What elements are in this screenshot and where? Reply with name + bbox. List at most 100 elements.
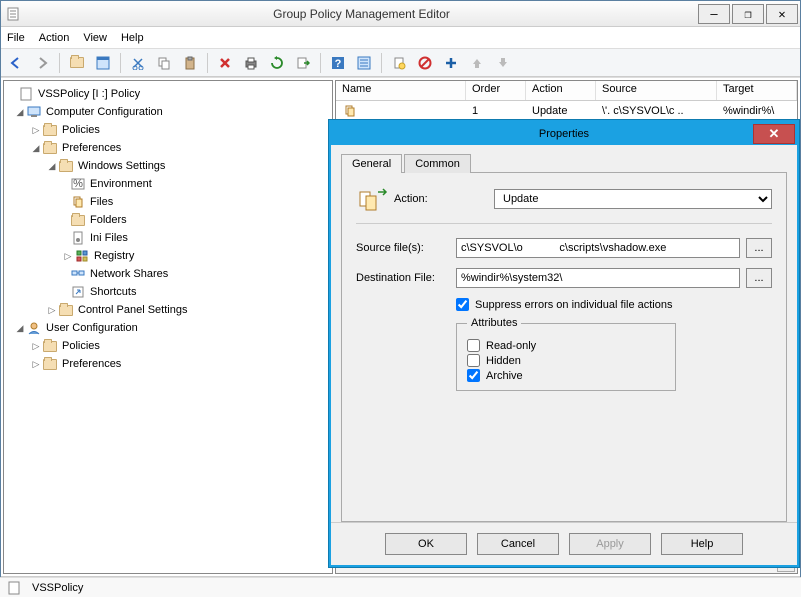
- col-name[interactable]: Name: [336, 81, 466, 100]
- archive-checkbox[interactable]: [467, 369, 480, 382]
- attributes-legend: Attributes: [467, 317, 521, 329]
- menubar: File Action View Help: [1, 27, 800, 49]
- dialog-close-button[interactable]: ✕: [753, 124, 795, 144]
- stop-button[interactable]: [414, 52, 436, 74]
- tree-windows-settings[interactable]: Windows Settings: [78, 160, 165, 172]
- minimize-button[interactable]: —: [698, 4, 730, 24]
- tree-computer-config[interactable]: Computer Configuration: [46, 106, 163, 118]
- policy-icon: [18, 86, 34, 102]
- expander-icon[interactable]: ◢: [30, 143, 42, 154]
- properties-dialog: Properties ✕ General Common Action: Upda…: [329, 120, 799, 567]
- list-row[interactable]: 1 Update \'. c\SYSVOL\c .. %windir%\: [336, 101, 797, 121]
- col-source[interactable]: Source: [596, 81, 717, 100]
- tree-uc-preferences[interactable]: Preferences: [62, 358, 121, 370]
- tree-pane[interactable]: VSSPolicy [I :] Policy ◢ Computer Configu…: [3, 80, 333, 574]
- folder-icon: [59, 305, 73, 316]
- move-up-button[interactable]: [466, 52, 488, 74]
- taskbar-strip: VSSPolicy: [0, 577, 801, 597]
- tree-ini[interactable]: Ini Files: [90, 232, 128, 244]
- action-select[interactable]: Update: [494, 189, 772, 209]
- add-button[interactable]: [440, 52, 462, 74]
- close-button[interactable]: ✕: [766, 4, 798, 24]
- menu-action[interactable]: Action: [39, 32, 70, 44]
- dialog-titlebar[interactable]: Properties ✕: [331, 122, 797, 145]
- tree-uc-policies[interactable]: Policies: [62, 340, 100, 352]
- up-button[interactable]: [66, 52, 88, 74]
- back-button[interactable]: [5, 52, 27, 74]
- delete-button[interactable]: [214, 52, 236, 74]
- shortcut-icon: [70, 284, 86, 300]
- tree-cc-preferences[interactable]: Preferences: [62, 142, 121, 154]
- tree-netshares[interactable]: Network Shares: [90, 268, 168, 280]
- forward-button[interactable]: [31, 52, 53, 74]
- move-down-button[interactable]: [492, 52, 514, 74]
- print-button[interactable]: [240, 52, 262, 74]
- show-hide-tree-button[interactable]: [92, 52, 114, 74]
- maximize-button[interactable]: ❐: [732, 4, 764, 24]
- tree-folders[interactable]: Folders: [90, 214, 127, 226]
- expander-icon[interactable]: ◢: [14, 323, 26, 334]
- hidden-checkbox[interactable]: [467, 354, 480, 367]
- expander-icon[interactable]: ▷: [30, 341, 42, 352]
- cut-button[interactable]: [127, 52, 149, 74]
- destination-input[interactable]: [456, 268, 740, 288]
- apply-button[interactable]: Apply: [569, 533, 651, 555]
- browse-dest-button[interactable]: ...: [746, 268, 772, 288]
- expander-icon[interactable]: ◢: [46, 161, 58, 172]
- refresh-button[interactable]: [266, 52, 288, 74]
- toolbar: ?: [1, 49, 800, 77]
- tab-general[interactable]: General: [341, 154, 402, 173]
- tree-environment[interactable]: Environment: [90, 178, 152, 190]
- copy-button[interactable]: [153, 52, 175, 74]
- help-button[interactable]: Help: [661, 533, 743, 555]
- dialog-title: Properties: [539, 128, 589, 140]
- bottom-label[interactable]: VSSPolicy: [32, 582, 83, 594]
- tree-root[interactable]: VSSPolicy [I :] Policy: [38, 88, 140, 100]
- app-icon: [1, 7, 25, 21]
- tree-cc-policies[interactable]: Policies: [62, 124, 100, 136]
- folder-icon: [71, 215, 85, 226]
- col-order[interactable]: Order: [466, 81, 526, 100]
- folder-icon: [43, 359, 57, 370]
- svg-text:%: %: [73, 178, 83, 190]
- label-destination: Destination File:: [356, 272, 456, 284]
- folder-icon: [59, 161, 73, 172]
- expander-icon[interactable]: ▷: [30, 359, 42, 370]
- cancel-button[interactable]: Cancel: [477, 533, 559, 555]
- policy-icon: [6, 580, 22, 596]
- export-button[interactable]: [292, 52, 314, 74]
- help-button[interactable]: ?: [327, 52, 349, 74]
- menu-help[interactable]: Help: [121, 32, 144, 44]
- tab-panel-general: Action: Update Source file(s): ... Desti…: [341, 172, 787, 522]
- ini-icon: [70, 230, 86, 246]
- user-icon: [26, 320, 42, 336]
- environment-icon: %: [70, 176, 86, 192]
- tree-registry[interactable]: Registry: [94, 250, 134, 262]
- menu-view[interactable]: View: [83, 32, 107, 44]
- new-item-button[interactable]: [388, 52, 410, 74]
- expander-icon[interactable]: ▷: [30, 125, 42, 136]
- tree-user-config[interactable]: User Configuration: [46, 322, 138, 334]
- readonly-checkbox[interactable]: [467, 339, 480, 352]
- folder-icon: [43, 143, 57, 154]
- tree-control-panel[interactable]: Control Panel Settings: [78, 304, 187, 316]
- browse-source-button[interactable]: ...: [746, 238, 772, 258]
- file-item-icon: [342, 103, 358, 119]
- tree-shortcuts[interactable]: Shortcuts: [90, 286, 136, 298]
- window-title: Group Policy Management Editor: [25, 7, 698, 21]
- tree-files[interactable]: Files: [90, 196, 113, 208]
- paste-button[interactable]: [179, 52, 201, 74]
- tab-common[interactable]: Common: [404, 154, 471, 173]
- expander-icon[interactable]: ▷: [62, 251, 74, 262]
- expander-icon[interactable]: ◢: [14, 107, 26, 118]
- suppress-errors-checkbox[interactable]: [456, 298, 469, 311]
- source-input[interactable]: [456, 238, 740, 258]
- properties-button[interactable]: [353, 52, 375, 74]
- col-action[interactable]: Action: [526, 81, 596, 100]
- expander-icon[interactable]: ▷: [46, 305, 58, 316]
- ok-button[interactable]: OK: [385, 533, 467, 555]
- menu-file[interactable]: File: [7, 32, 25, 44]
- attributes-group: Attributes Read-only Hidden Archive: [456, 317, 676, 391]
- label-readonly: Read-only: [486, 340, 536, 352]
- col-target[interactable]: Target: [717, 81, 797, 100]
